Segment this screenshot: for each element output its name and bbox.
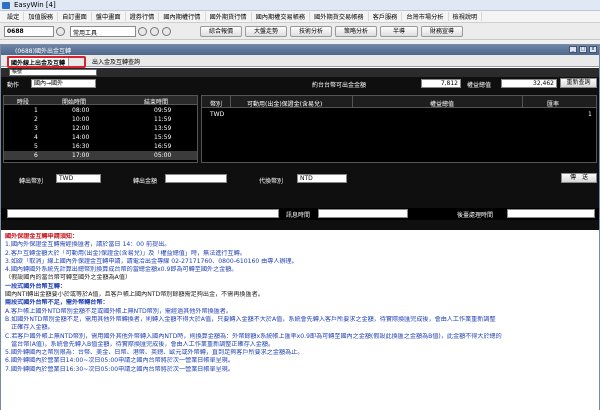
menu-item[interactable]: 國內期權交易帳務: [252, 12, 311, 21]
toolbar-button[interactable]: 財務宣導: [421, 26, 463, 37]
menu-item[interactable]: 證券行情: [126, 12, 160, 21]
action-select[interactable]: 國內→國外: [31, 79, 96, 88]
notes-panel: 國外保證金互轉申請須知： 1.國內外保證金互轉需經換匯者，請於當日 14：00 …: [1, 231, 599, 410]
transfer-panel: 動作 國內→國外 約台台幣可出金金額 7,812 權益總值 32,462 重新查…: [1, 77, 599, 230]
out-amount-input[interactable]: [165, 174, 227, 183]
menu-item[interactable]: 設定: [3, 12, 25, 21]
note-line: 7.國外轉國內於營業日16:30~次日05:00申請之國內台幣將於次一營業日帳單…: [5, 365, 234, 373]
column-header: 開始時間: [62, 99, 87, 106]
tool-select[interactable]: 常用工具: [70, 26, 136, 37]
app-titlebar: EasyWin [4]: [0, 0, 600, 11]
note-line: 2.客戶互轉金額大於「可動用(出金)保證金(含易兌)」及「權益總值」時，無法進行…: [5, 249, 246, 257]
settings-icon[interactable]: [150, 27, 159, 36]
note-line: 5.國外轉國內之幣別限為：台幣、美金、日幣、港幣、英鎊、歐元或外幣轉，直到足夠客…: [5, 349, 304, 357]
window-title: (0688)國外出金互轉: [15, 48, 71, 55]
table-row[interactable]: TWD 1: [202, 110, 596, 119]
maximize-icon[interactable]: □: [579, 46, 587, 53]
note-line: 1.國內外保證金互轉需經換匯者，請於當日 14：00 前提出。: [5, 241, 171, 249]
close-icon[interactable]: x: [589, 46, 597, 53]
table-row[interactable]: 1 08:00 09:59: [4, 106, 197, 115]
column-header: 結束時間: [144, 99, 169, 106]
column-header: 可動用(出金)保證金(含易兌): [247, 101, 323, 108]
menu-item[interactable]: 加值服務: [24, 12, 59, 21]
note-line: 正確存入金額。: [5, 324, 54, 332]
menu-item[interactable]: 檢視說明: [449, 12, 483, 21]
toolbar-button[interactable]: 技術分析: [290, 26, 332, 37]
dropdown-icon[interactable]: [56, 27, 65, 36]
equity-value: 32,462: [501, 79, 557, 88]
toolbar-button[interactable]: 半導: [380, 26, 418, 37]
menu-item[interactable]: 國外期貨行情: [206, 12, 252, 21]
account-row: 帳號: [1, 68, 599, 77]
status-strip: 訊息時間 後臺處理時間: [1, 208, 599, 220]
menu-item[interactable]: 自訂畫面: [58, 12, 92, 21]
process-time-label: 後臺處理時間: [457, 212, 494, 219]
menu-item[interactable]: 台灣市場分析: [402, 12, 449, 21]
available-value: 7,812: [421, 79, 461, 88]
out-currency-select[interactable]: TWD: [56, 174, 101, 183]
toolbar-button[interactable]: 綜合報價: [200, 26, 242, 37]
note-line: 兩段式國外台幣不足，需外幣轉台幣：: [5, 299, 109, 307]
search-icon[interactable]: [138, 27, 147, 36]
table-row[interactable]: 6 17:00 05:00: [4, 151, 197, 160]
minimize-icon[interactable]: _: [569, 46, 577, 53]
note-line: 4.國內轉國外系統先計算出總幣別換算成台幣的當總金額x0.9即為可轉至國外之金額…: [5, 266, 238, 274]
toolbar-button[interactable]: 策略分析: [335, 26, 377, 37]
action-label: 動作: [7, 82, 20, 89]
note-line: C.若客戶國外帳上無NTD幣別，需用國外其他外幣轉入國內NTD時，則換算金額為：…: [5, 332, 502, 340]
toolbar-button[interactable]: 大盤走勢: [245, 26, 287, 37]
refresh-button[interactable]: 重新查詢: [560, 78, 597, 88]
menu-item[interactable]: 客戶服務: [369, 12, 403, 21]
table-row[interactable]: 4 14:00 15:59: [4, 133, 197, 142]
code-input[interactable]: 0688: [4, 26, 54, 37]
note-line: 當台幣(A值)，系統會先轉入B值金額，待實際換匯完成後，會由人工作業重新調整正確…: [5, 340, 275, 348]
available-label: 約台台幣可出金金額: [312, 82, 367, 89]
equity-label: 權益總值: [467, 82, 492, 89]
note-line: A.客戶帳上國外NTD幣別金額不足或國外帳上無NTD幣別，需經過其他外幣換匯者。: [5, 307, 232, 315]
tab-transfer-query[interactable]: 出入金及互轉查詢: [89, 56, 143, 67]
table-row[interactable]: 5 16:30 16:59: [4, 142, 197, 151]
send-button[interactable]: 傳 送: [561, 173, 597, 183]
menubar: 設定 加值服務 自訂畫面 盤中畫面 證券行情 國內期權行情 國外期貨行情 國內期…: [0, 11, 600, 23]
note-line: 6.國外轉國內於營業日14:00~次日05:00申請之國內台幣將於次一營業日帳單…: [5, 357, 234, 365]
toolbar: 0688 常用工具 綜合報價 大盤走勢 技術分析 策略分析 半導 財務宣導: [0, 23, 600, 40]
message-box: [7, 209, 279, 218]
menu-item[interactable]: 國內期權行情: [159, 12, 206, 21]
currency-table: 幣別 可動用(出金)保證金(含易兌) 權益總值 匯率 TWD 1: [201, 95, 597, 163]
table-row[interactable]: 3 12:00 13:59: [4, 124, 197, 133]
table-row[interactable]: 2 10:00 11:59: [4, 115, 197, 124]
note-line: 國內NTI轉出金額要小於或等於A值，且客戶帳上國內NTD幣別餘額需足夠出金，不需…: [5, 291, 264, 299]
message-time-label: 訊息時間: [286, 212, 311, 219]
out-amount-label: 轉出金額: [133, 178, 158, 185]
note-line: （假設國內的當台幣可轉至國外之金額為A值）: [5, 274, 132, 282]
process-time-value: [507, 209, 595, 218]
window-titlebar: (0688)國外出金互轉 _ □ x: [1, 45, 599, 55]
session-table: 時段 開始時間 結束時間 1 08:00 09:59 2 10:00 11:59…: [3, 95, 198, 163]
app-title: EasyWin [4]: [14, 1, 56, 9]
out-currency-label: 轉出幣別: [19, 178, 44, 185]
menu-item[interactable]: 國外期貨交易帳務: [310, 12, 369, 21]
column-header: 匯率: [547, 101, 560, 108]
column-header: 時段: [17, 99, 30, 106]
column-header: 幣別: [210, 101, 223, 108]
tab-bar: 國外線上出金及互轉 出入金及互轉查詢: [1, 55, 599, 67]
column-header: 權益總值: [430, 101, 455, 108]
note-line: 一段式國外台幣互轉：: [5, 282, 66, 290]
menu-item[interactable]: 盤中畫面: [92, 12, 126, 21]
highlight-box: [7, 56, 86, 68]
exchange-currency-select[interactable]: NTD: [297, 174, 347, 183]
note-line: B.如國外NTD幣別金額不足，需用其他外幣轉換者，則轉入金額不得大於A值，只要轉…: [5, 315, 496, 323]
exchange-currency-label: 代換幣別: [259, 178, 284, 185]
app-icon: [2, 2, 10, 9]
account-select[interactable]: 帳號: [9, 69, 97, 76]
message-time-value: [318, 209, 408, 218]
transfer-window: (0688)國外出金互轉 _ □ x 國外線上出金及互轉 出入金及互轉查詢 帳號…: [0, 44, 600, 410]
note-line: 國外保證金互轉申請須知：: [5, 233, 79, 240]
note-line: 3.如欲「取消」線上國內外保證金互轉申請，請電洽出金專線 02-27171760…: [5, 257, 298, 265]
settings-icon[interactable]: [162, 27, 171, 36]
